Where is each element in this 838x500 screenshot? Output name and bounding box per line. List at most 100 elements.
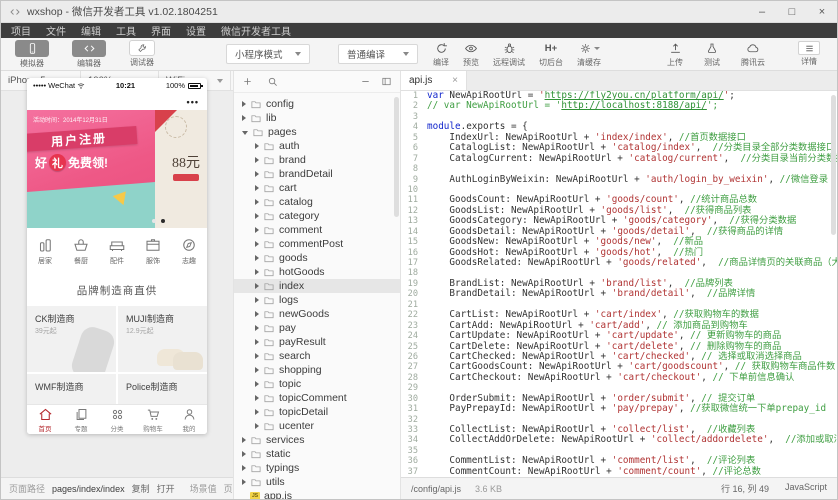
category-kitchen[interactable]: 餐厨: [63, 236, 99, 266]
coupon-button[interactable]: [173, 174, 199, 181]
test-button[interactable]: 测试: [704, 41, 720, 68]
chevron-right-icon[interactable]: [255, 283, 259, 289]
tree-folder-payResult[interactable]: payResult: [234, 335, 400, 349]
chevron-down-icon[interactable]: [242, 131, 248, 135]
tree-folder-catalog[interactable]: catalog: [234, 195, 400, 209]
chevron-right-icon[interactable]: [255, 325, 259, 331]
chevron-right-icon[interactable]: [255, 143, 259, 149]
chevron-right-icon[interactable]: [255, 381, 259, 387]
chevron-right-icon[interactable]: [242, 465, 246, 471]
chevron-right-icon[interactable]: [255, 339, 259, 345]
chevron-right-icon[interactable]: [255, 171, 259, 177]
code-editor[interactable]: 1var NewApiRootUrl = 'https://fly2you.cn…: [401, 91, 837, 477]
tree-scrollbar[interactable]: [394, 97, 399, 217]
tree-folder-hotGoods[interactable]: hotGoods: [234, 265, 400, 279]
close-button[interactable]: ×: [807, 1, 837, 23]
tab-profile[interactable]: 我的: [171, 405, 207, 434]
banner-slide-register[interactable]: 活动时间：2014年12月31日 用户注册 好 礼 免费领!: [27, 110, 155, 228]
search-icon[interactable]: [267, 76, 278, 87]
chevron-right-icon[interactable]: [255, 409, 259, 415]
tree-folder-goods[interactable]: goods: [234, 251, 400, 265]
category-home[interactable]: 居家: [27, 236, 63, 266]
open-path-link[interactable]: 打开: [157, 482, 175, 495]
tree-folder-utils[interactable]: utils: [234, 475, 400, 489]
category-accessories[interactable]: 配件: [99, 236, 135, 266]
chevron-right-icon[interactable]: [255, 395, 259, 401]
brand-card-police[interactable]: Police制造商: [118, 374, 207, 404]
menu-edit[interactable]: 编辑: [81, 23, 101, 38]
tab-topics[interactable]: 专题: [63, 405, 99, 434]
tree-folder-comment[interactable]: comment: [234, 223, 400, 237]
menu-project[interactable]: 项目: [11, 23, 31, 38]
collapse-all-icon[interactable]: [360, 76, 371, 87]
tree-folder-topic[interactable]: topic: [234, 377, 400, 391]
tree-folder-ucenter[interactable]: ucenter: [234, 419, 400, 433]
chevron-right-icon[interactable]: [255, 185, 259, 191]
editor-scrollbar[interactable]: [831, 95, 836, 235]
chevron-right-icon[interactable]: [255, 297, 259, 303]
chevron-right-icon[interactable]: [255, 255, 259, 261]
chevron-right-icon[interactable]: [242, 451, 246, 457]
chevron-right-icon[interactable]: [255, 311, 259, 317]
compile-select[interactable]: 普通编译: [338, 44, 418, 64]
menu-view[interactable]: 界面: [151, 23, 171, 38]
brand-card-ck[interactable]: CK制造商 39元起: [27, 306, 116, 372]
language-mode[interactable]: JavaScript: [785, 482, 827, 495]
category-apparel[interactable]: 服饰: [135, 236, 171, 266]
chevron-right-icon[interactable]: [255, 227, 259, 233]
tree-folder-static[interactable]: static: [234, 447, 400, 461]
scene-value-button[interactable]: 场景值: [190, 482, 217, 495]
tree-folder-lib[interactable]: lib: [234, 111, 400, 125]
brand-card-muji[interactable]: MUJI制造商 12.9元起: [118, 306, 207, 372]
tab-home[interactable]: 首页: [27, 405, 63, 434]
chevron-right-icon[interactable]: [255, 157, 259, 163]
tree-folder-config[interactable]: config: [234, 97, 400, 111]
mode-select[interactable]: 小程序模式: [226, 44, 310, 64]
tab-cart[interactable]: 购物车: [135, 405, 171, 434]
details-button[interactable]: 详情: [798, 41, 820, 67]
banner-slide-coupon[interactable]: 88元: [155, 110, 207, 228]
tree-folder-pay[interactable]: pay: [234, 321, 400, 335]
category-hobby[interactable]: 志趣: [171, 236, 207, 266]
copy-path-link[interactable]: 复制: [132, 482, 150, 495]
chevron-right-icon[interactable]: [255, 367, 259, 373]
tab-api-js[interactable]: api.js ×: [401, 71, 467, 90]
preview-button[interactable]: 预览: [463, 41, 479, 68]
menu-settings[interactable]: 设置: [186, 23, 206, 38]
add-file-icon[interactable]: [242, 76, 253, 87]
close-tab-icon[interactable]: ×: [452, 75, 458, 86]
tree-folder-newGoods[interactable]: newGoods: [234, 307, 400, 321]
menu-tools[interactable]: 工具: [116, 23, 136, 38]
tree-folder-services[interactable]: services: [234, 433, 400, 447]
minimize-button[interactable]: –: [747, 1, 777, 23]
tree-folder-brand[interactable]: brand: [234, 153, 400, 167]
chevron-right-icon[interactable]: [255, 199, 259, 205]
brand-card-wmf[interactable]: WMF制造商: [27, 374, 116, 404]
tree-folder-shopping[interactable]: shopping: [234, 363, 400, 377]
menu-devtools[interactable]: 微信开发者工具: [221, 23, 291, 38]
clear-cache-button[interactable]: 清缓存: [577, 41, 601, 68]
tree-folder-logs[interactable]: logs: [234, 293, 400, 307]
tencent-cloud-button[interactable]: 腾讯云: [741, 41, 765, 68]
upload-button[interactable]: 上传: [667, 41, 683, 68]
compile-button[interactable]: 编译: [433, 41, 449, 68]
capsule-menu-dots[interactable]: •••: [187, 97, 199, 107]
menu-file[interactable]: 文件: [46, 23, 66, 38]
tree-folder-topicDetail[interactable]: topicDetail: [234, 405, 400, 419]
chevron-right-icon[interactable]: [255, 241, 259, 247]
chevron-right-icon[interactable]: [242, 115, 246, 121]
chevron-right-icon[interactable]: [242, 437, 246, 443]
tree-folder-typings[interactable]: typings: [234, 461, 400, 475]
toggle-panel-icon[interactable]: [381, 76, 392, 87]
chevron-right-icon[interactable]: [255, 213, 259, 219]
chevron-right-icon[interactable]: [255, 269, 259, 275]
chevron-right-icon[interactable]: [255, 423, 259, 429]
simulator-button[interactable]: 模拟器: [15, 40, 49, 69]
tree-folder-search[interactable]: search: [234, 349, 400, 363]
debugger-button[interactable]: 调试器: [129, 40, 155, 68]
banner-carousel[interactable]: 活动时间：2014年12月31日 用户注册 好 礼 免费领! 88元: [27, 110, 207, 228]
tree-folder-pages[interactable]: pages: [234, 125, 400, 139]
tree-folder-auth[interactable]: auth: [234, 139, 400, 153]
tree-folder-index[interactable]: index: [234, 279, 400, 293]
maximize-button[interactable]: □: [777, 1, 807, 23]
